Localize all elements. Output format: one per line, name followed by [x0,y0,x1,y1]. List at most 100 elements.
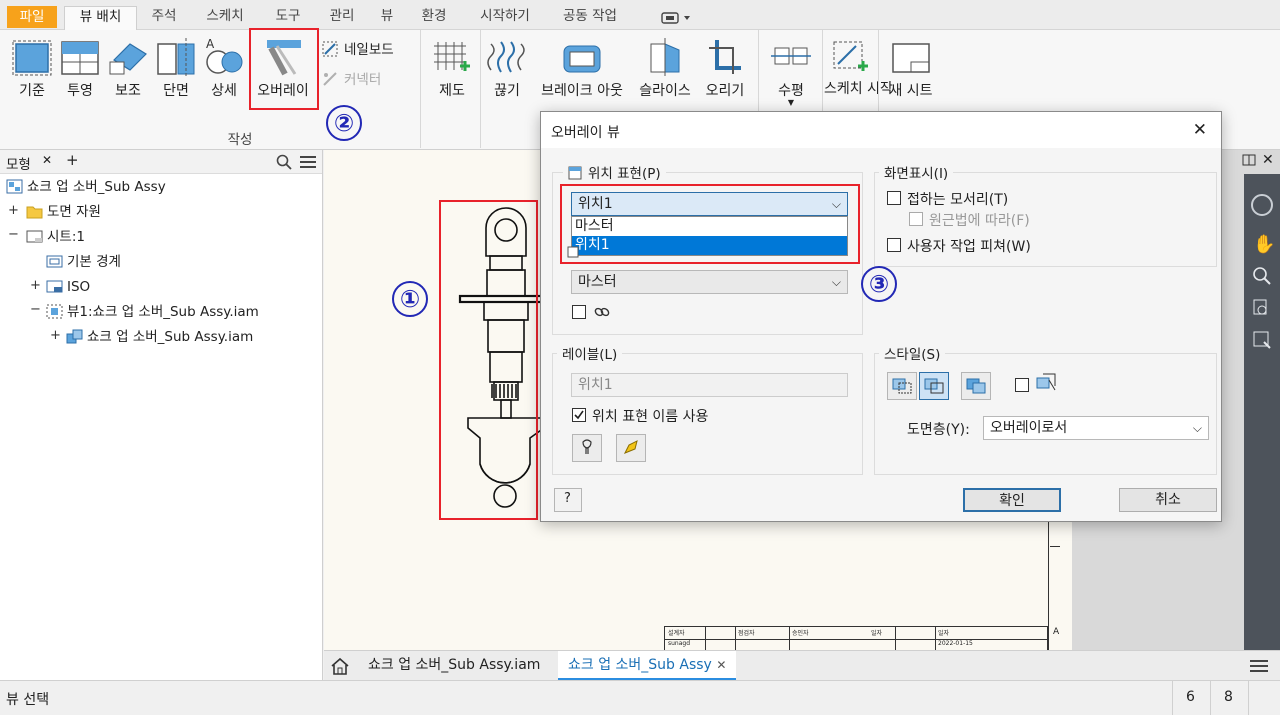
tree-item-sheet[interactable]: 시트:1 [26,226,85,248]
cancel-button[interactable]: 취소 [1119,488,1217,512]
tree-item-iso[interactable]: ISO [46,276,90,298]
start-sketch-button[interactable]: 스케치 시작 [824,30,893,120]
horizontal-align-button[interactable]: 수평 ▼ [762,30,820,120]
menu-icon[interactable] [300,155,316,173]
title-block-text: 2022-01-15 [938,640,973,647]
zoom-all-icon[interactable] [1252,330,1272,354]
close-icon[interactable]: ✕ [1193,120,1207,140]
add-tab-icon[interactable]: + [66,151,79,169]
browser-tab-model[interactable]: 모형 [6,153,31,173]
tree-item-label: 쇼크 업 소버_Sub Assy [27,179,166,195]
overlay-button[interactable]: 오버레이 [249,30,317,120]
tangent-edges-label: 접하는 모서리(T) [907,192,1009,208]
slice-button[interactable]: 슬라이스 [632,30,698,120]
tree-item-label: 쇼크 업 소버_Sub Assy.iam [87,329,254,345]
close-icon[interactable]: ✕ [716,658,726,672]
title-block-text: 점검자 [738,630,755,637]
border-icon [46,254,63,269]
expand-icon[interactable]: + [50,328,61,343]
expand-icon[interactable]: + [8,203,19,218]
slice-label: 슬라이스 [639,83,691,99]
style-hidden-line-button[interactable] [887,372,917,400]
base-view-button[interactable]: 기준 [8,30,56,120]
help-icon: ? [564,491,571,506]
pan-icon[interactable]: ✋ [1253,234,1275,255]
auxiliary-view-button[interactable]: 보조 [104,30,152,120]
sheet-icon [26,229,43,244]
draft-label: 제도 [439,83,465,99]
tab-view-layout[interactable]: 뷰 배치 [64,6,137,31]
dropdown-option-position1[interactable]: 위치1 [572,236,847,255]
lod-rep-value: 마스터 [578,274,617,290]
connector-button[interactable]: 커넥터 [322,68,381,88]
crop-button[interactable]: 오리기 [700,30,750,120]
restore-window-icon[interactable] [1242,154,1256,170]
style-shaded-button[interactable] [961,372,991,400]
label-visibility-button[interactable] [572,434,602,462]
tree-item-view1[interactable]: 뷰1:쇼크 업 소버_Sub Assy.iam [46,301,259,323]
close-view-icon[interactable]: ✕ [1262,152,1274,168]
position-rep-select[interactable]: 위치1 ⌵ [571,192,848,216]
zoom-icon[interactable] [1252,266,1272,290]
tangent-edges-checkbox[interactable] [887,191,901,205]
dropdown-option-master[interactable]: 마스터 [572,217,847,236]
draft-button[interactable]: 제도 [428,30,476,120]
collapse-icon[interactable]: − [8,227,19,242]
doc-tab-drawing[interactable]: 쇼크 업 소버_Sub Assy ✕ [558,651,737,681]
tab-annotate[interactable]: 주석 [140,6,188,30]
browser-header: 모형 ✕ + [0,150,322,174]
tree-item-drawing-resources[interactable]: 도면 자원 [26,201,101,223]
tab-sketch[interactable]: 스케치 [194,6,256,30]
ok-button[interactable]: 확인 [963,488,1061,512]
edit-label-button[interactable] [616,434,646,462]
collapse-icon[interactable]: − [30,302,41,317]
associative-checkbox[interactable] [572,305,586,319]
help-button[interactable]: ? [554,488,582,512]
new-sheet-button[interactable]: 새 시트 [882,30,940,120]
detail-view-button[interactable]: A 상세 [200,30,248,120]
tab-collaborate[interactable]: 공동 작업 [550,6,630,30]
label-input[interactable]: 위치1 [571,373,848,397]
doc-tab-label: 쇼크 업 소버_Sub Assy.iam [368,657,541,673]
tree-item-assembly-drawing[interactable]: 쇼크 업 소버_Sub Assy [6,176,166,198]
panel-toggle-icon[interactable] [660,10,694,26]
shock-absorber-drawing [458,207,552,508]
home-icon[interactable] [330,656,350,680]
doc-tab-assembly-iam[interactable]: 쇼크 업 소버_Sub Assy.iam [358,651,550,681]
steering-wheel-icon[interactable] [1251,194,1273,216]
position-rep-title: 위치 표현(P) [563,162,666,184]
status-count-1: 6 [1186,689,1195,705]
tab-get-started[interactable]: 시작하기 [466,6,544,30]
tab-file[interactable]: 파일 [7,6,57,28]
style-hidden-line-removed-button[interactable] [919,372,949,400]
close-icon[interactable]: ✕ [42,153,52,167]
section-view-button[interactable]: 단면 [152,30,200,120]
folder-icon [26,204,43,219]
foreshortened-checkbox[interactable] [909,212,923,226]
projected-view-button[interactable]: 투영 [56,30,104,120]
tree-item-assembly-file[interactable]: 쇼크 업 소버_Sub Assy.iam [66,326,253,348]
tab-environments[interactable]: 환경 [410,6,458,30]
search-icon[interactable] [276,154,292,174]
nailboard-button[interactable]: 네일보드 [322,38,394,58]
position-rep-icon [568,166,582,184]
breakout-button[interactable]: 브레이크 아웃 [534,30,630,120]
lod-rep-icon [567,246,579,262]
style-from-base-checkbox[interactable] [1015,378,1029,392]
status-bar: 뷰 선택 6 8 [0,680,1280,715]
tab-manage[interactable]: 관리 [318,6,366,30]
position-rep-value: 위치1 [578,196,613,212]
tab-view[interactable]: 뷰 [372,6,402,30]
lod-rep-select[interactable]: 마스터 ⌵ [571,270,848,294]
tab-tools[interactable]: 도구 [264,6,312,30]
use-name-checkbox[interactable] [572,408,586,422]
layer-select[interactable]: 오버레이로서 ⌵ [983,416,1209,440]
zoom-window-icon[interactable] [1252,298,1272,322]
connector-label: 커넥터 [344,72,382,88]
annotation-number-2: ② [326,105,362,141]
tabs-menu-icon[interactable] [1250,659,1268,677]
user-work-features-checkbox[interactable] [887,238,901,252]
tree-item-default-border[interactable]: 기본 경계 [46,251,121,273]
break-button[interactable]: 끊기 [484,30,530,120]
expand-icon[interactable]: + [30,278,41,293]
